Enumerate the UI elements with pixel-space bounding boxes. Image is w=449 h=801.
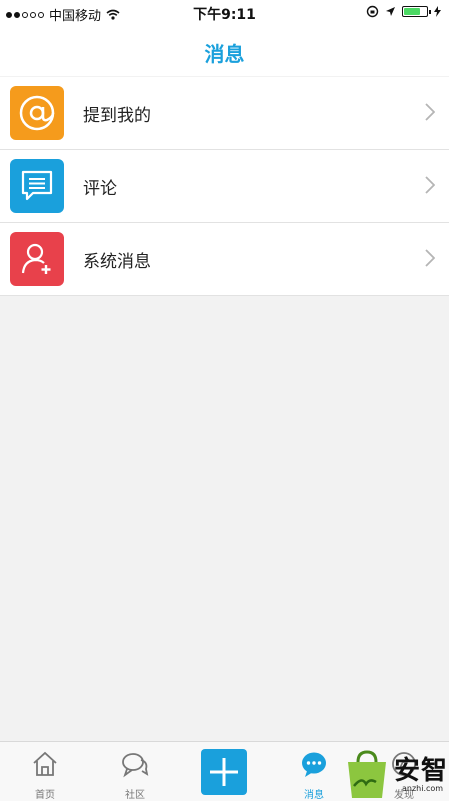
- message-list: 提到我的 评论 系统消息: [0, 77, 449, 296]
- status-bar: 中国移动 下午9:11: [0, 0, 449, 26]
- status-right: [366, 5, 441, 18]
- message-icon: [302, 752, 326, 777]
- watermark-subtext: anzhi.com: [402, 784, 444, 793]
- tab-home[interactable]: 首页: [0, 742, 90, 801]
- anzhi-watermark: 安智 anzhi.com: [342, 748, 449, 800]
- tab-community[interactable]: 社区: [90, 742, 180, 801]
- tab-label: 首页: [35, 790, 55, 801]
- plus-icon: [210, 758, 238, 786]
- navigation-bar: 消息: [0, 26, 449, 76]
- chevron-right-icon: [425, 103, 435, 121]
- publish-button[interactable]: [201, 749, 247, 795]
- chevron-right-icon: [425, 249, 435, 267]
- battery-icon: [402, 6, 431, 17]
- rotation-lock-icon: [366, 5, 379, 18]
- list-item-mentions[interactable]: 提到我的: [0, 77, 449, 150]
- chevron-right-icon: [425, 176, 435, 194]
- list-item-system-messages[interactable]: 系统消息: [0, 223, 449, 296]
- page-title: 消息: [204, 42, 245, 66]
- comment-icon: [10, 159, 64, 213]
- at-icon: [10, 86, 64, 140]
- location-arrow-icon: [386, 7, 395, 16]
- list-item-label: 提到我的: [83, 106, 151, 126]
- community-icon: [122, 753, 149, 778]
- tab-label: 社区: [125, 790, 145, 801]
- list-item-label: 评论: [83, 179, 117, 199]
- home-icon: [33, 751, 57, 776]
- watermark-text: 安智: [394, 756, 449, 786]
- shopping-bag-logo-icon: [348, 750, 386, 798]
- battery-level: [404, 8, 420, 15]
- charging-icon: [434, 6, 441, 17]
- list-item-comments[interactable]: 评论: [0, 150, 449, 223]
- list-item-label: 系统消息: [83, 252, 151, 272]
- user-add-icon: [10, 232, 64, 286]
